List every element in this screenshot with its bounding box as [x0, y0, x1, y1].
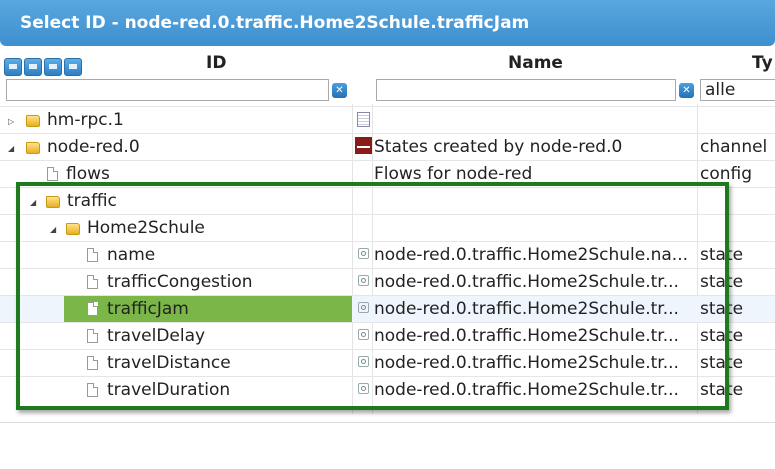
row-name: node-red.0.traffic.Home2Schule.tr...	[374, 272, 679, 292]
collapse-arrow-icon[interactable]: ◢	[50, 216, 56, 242]
row-type	[700, 215, 775, 242]
node-red-icon	[355, 137, 372, 154]
folder-icon	[26, 142, 40, 154]
column-header-id[interactable]: ID	[206, 53, 226, 77]
row-name	[374, 215, 694, 242]
clear-name-filter-icon[interactable]: ✕	[679, 83, 694, 98]
file-icon	[87, 329, 98, 343]
file-icon	[87, 275, 98, 289]
tree-item-label: Home2Schule	[87, 218, 205, 238]
type-filter-select[interactable]: alle	[700, 79, 775, 101]
row-name: node-red.0.traffic.Home2Schule.tr...	[374, 353, 679, 373]
tree-item-label: travelDelay	[107, 326, 206, 346]
tree-row[interactable]: name node-red.0.traffic.Home2Schule.na..…	[0, 241, 775, 269]
tree-item-label: travelDuration	[107, 380, 231, 400]
state-icon	[358, 383, 369, 394]
folder-expand-icon[interactable]	[64, 58, 82, 76]
state-icon	[358, 275, 369, 286]
column-header-name[interactable]: Name	[508, 53, 563, 77]
row-type: channel	[700, 137, 768, 157]
tree-row[interactable]: flows Flows for node-red config	[0, 160, 775, 188]
row-type: state	[700, 380, 744, 400]
row-name: States created by node-red.0	[374, 137, 623, 157]
tree-row[interactable]: travelDuration node-red.0.traffic.Home2S…	[0, 376, 775, 404]
row-type	[700, 188, 775, 215]
row-type: state	[700, 245, 744, 265]
file-icon	[87, 356, 98, 370]
row-name: node-red.0.traffic.Home2Schule.tr...	[374, 299, 679, 319]
row-type: state	[700, 326, 744, 346]
expand-arrow-icon[interactable]: ▷	[8, 108, 14, 134]
row-name	[374, 188, 694, 215]
tree-row[interactable]: travelDistance node-red.0.traffic.Home2S…	[0, 349, 775, 377]
dialog-title-bar[interactable]: Select ID - node-red.0.traffic.Home2Schu…	[0, 0, 775, 46]
tree-row[interactable]: travelDelay node-red.0.traffic.Home2Schu…	[0, 322, 775, 350]
row-type	[700, 107, 775, 134]
tree-row[interactable]: ◢ traffic	[0, 187, 775, 215]
tree-item-label: traffic	[67, 191, 117, 211]
collapse-arrow-icon[interactable]: ◢	[30, 189, 36, 215]
dialog-title: Select ID - node-red.0.traffic.Home2Schu…	[20, 13, 530, 33]
clear-id-filter-icon[interactable]: ✕	[332, 83, 347, 98]
tree-row[interactable]: ◢ node-red.0 States created by node-red.…	[0, 133, 775, 161]
file-icon	[87, 248, 98, 262]
tree-row-selected[interactable]: trafficJam node-red.0.traffic.Home2Schul…	[0, 295, 775, 323]
collapse-arrow-icon[interactable]: ◢	[8, 135, 14, 161]
row-type: config	[700, 164, 753, 184]
tree-row[interactable]: trafficCongestion node-red.0.traffic.Hom…	[0, 268, 775, 296]
tree-row[interactable]: ◢ Home2Schule	[0, 214, 775, 242]
state-icon	[358, 248, 369, 259]
row-type: state	[700, 353, 744, 373]
adapter-icon	[357, 112, 370, 127]
name-filter-input[interactable]	[376, 79, 676, 101]
column-header-type[interactable]: Ty	[752, 53, 773, 77]
row-name	[374, 107, 694, 134]
state-icon	[358, 356, 369, 367]
state-icon	[358, 329, 369, 340]
list-icon[interactable]	[24, 58, 42, 76]
row-type: state	[700, 272, 744, 292]
row-name: Flows for node-red	[374, 164, 533, 184]
tree-item-label: node-red.0	[47, 137, 140, 157]
state-icon	[358, 302, 369, 313]
divider	[0, 422, 775, 423]
tree-item-label: trafficCongestion	[107, 272, 253, 292]
refresh-icon[interactable]	[4, 58, 22, 76]
folder-icon	[26, 115, 40, 127]
file-icon	[47, 167, 58, 181]
tree-item-label: flows	[66, 164, 110, 184]
file-icon	[87, 383, 98, 397]
row-name: node-red.0.traffic.Home2Schule.tr...	[374, 380, 679, 400]
file-icon	[87, 302, 98, 316]
tree-item-label: name	[107, 245, 156, 265]
folder-collapse-icon[interactable]	[44, 58, 62, 76]
tree-item-label: hm-rpc.1	[47, 110, 124, 130]
tree-item-label: trafficJam	[107, 299, 189, 319]
folder-icon	[46, 196, 60, 208]
tree-item-label: travelDistance	[107, 353, 231, 373]
row-type: state	[700, 299, 744, 319]
id-filter-input[interactable]	[6, 79, 329, 101]
row-name: node-red.0.traffic.Home2Schule.na...	[374, 245, 689, 265]
tree-row[interactable]: ▷ hm-rpc.1	[0, 106, 775, 134]
folder-icon	[66, 223, 80, 235]
row-name: node-red.0.traffic.Home2Schule.tr...	[374, 326, 679, 346]
